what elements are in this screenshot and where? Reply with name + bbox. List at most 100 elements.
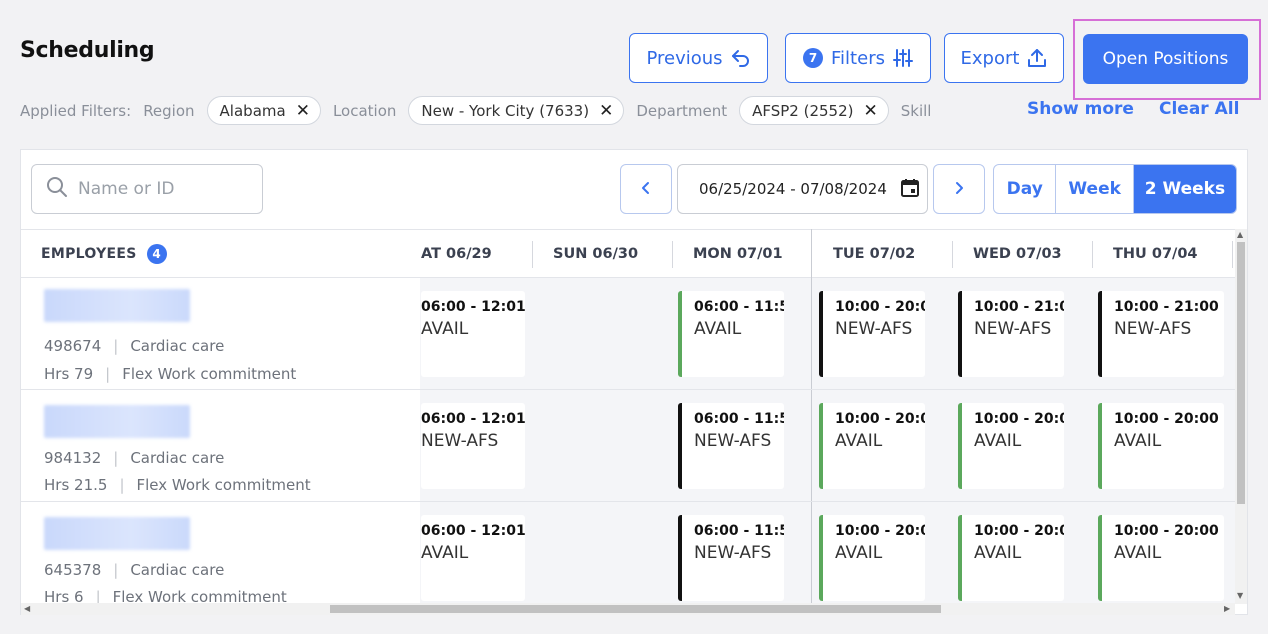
shift-code: AVAIL [835, 431, 883, 451]
previous-button[interactable]: Previous [629, 33, 768, 83]
employees-header: EMPLOYEES 4 [41, 244, 167, 264]
employees-count-badge: 4 [146, 244, 167, 264]
shift-code: AVAIL [835, 543, 883, 563]
shift-code: AVAIL [974, 543, 1022, 563]
employee-hours: Hrs 79 [44, 365, 94, 383]
employee-name-redacted[interactable] [44, 517, 190, 550]
close-icon[interactable]: ✕ [864, 101, 878, 121]
week-divider [811, 229, 812, 604]
shift-code: NEW-AFS [835, 319, 913, 339]
applied-filters-label: Applied Filters: [20, 101, 132, 120]
shift-code: AVAIL [1114, 543, 1162, 563]
shift-time: 06:00 - 12:01 [421, 411, 525, 427]
date-range-value: 06/25/2024 - 07/08/2024 [699, 180, 887, 198]
shift-time: 06:00 - 11:59 [694, 299, 784, 315]
shift-time: 10:00 - 20:00 [835, 411, 925, 427]
scroll-right-arrow[interactable]: ▶ [1224, 604, 1230, 613]
close-icon[interactable]: ✕ [296, 101, 310, 121]
next-range-button[interactable] [933, 164, 985, 214]
shift-card[interactable]: 10:00 - 20:00 NEW-AFS [819, 291, 925, 377]
shift-card[interactable]: 06:00 - 12:01 AVAIL [421, 291, 525, 377]
scroll-left-arrow[interactable]: ◀ [24, 604, 30, 613]
date-range-field[interactable]: 06/25/2024 - 07/08/2024 [677, 164, 928, 214]
column-divider [1232, 241, 1233, 268]
shift-card[interactable]: 06:00 - 11:59 AVAIL [678, 291, 784, 377]
view-week-button[interactable]: Week [1056, 165, 1134, 213]
shift-card[interactable]: 10:00 - 20:00 AVAIL [819, 515, 925, 601]
shift-card[interactable]: 10:00 - 20:00 AVAIL [958, 515, 1064, 601]
shift-time: 10:00 - 20:00 [1114, 523, 1219, 539]
separator: | [113, 449, 119, 467]
scroll-up-arrow[interactable]: ▲ [1237, 230, 1243, 239]
filters-label: Filters [831, 47, 885, 69]
horizontal-scrollbar-thumb[interactable] [330, 605, 941, 613]
shift-time: 10:00 - 21:00 [1114, 299, 1219, 315]
shift-code: NEW-AFS [421, 431, 499, 451]
employee-specialty: Cardiac care [130, 561, 225, 579]
separator: | [113, 561, 119, 579]
shift-card[interactable]: 10:00 - 21:00 NEW-AFS [1098, 291, 1224, 377]
filter-chip-region[interactable]: Alabama ✕ [206, 96, 321, 125]
filter-chip-department[interactable]: AFSP2 (2552) ✕ [739, 96, 889, 125]
shift-card[interactable]: 10:00 - 21:00 NEW-AFS [958, 291, 1064, 377]
column-divider [532, 241, 533, 268]
shift-card[interactable]: 10:00 - 20:00 AVAIL [1098, 403, 1224, 489]
shift-code: AVAIL [974, 431, 1022, 451]
export-label: Export [960, 47, 1020, 69]
shift-time: 06:00 - 12:01 [421, 299, 525, 315]
shift-time: 10:00 - 20:00 [835, 523, 925, 539]
shift-time: 10:00 - 20:00 [974, 523, 1064, 539]
filter-chip-location[interactable]: New - York City (7633) ✕ [408, 96, 625, 125]
shift-card[interactable]: 06:00 - 12:01 AVAIL [421, 515, 525, 601]
calendar-icon[interactable] [900, 178, 919, 201]
vertical-scrollbar-thumb[interactable] [1237, 242, 1245, 504]
filter-label-skill: Skill [900, 101, 932, 120]
scroll-down-arrow[interactable]: ▼ [1237, 591, 1243, 600]
shift-code: NEW-AFS [694, 543, 772, 563]
shift-card[interactable]: 06:00 - 12:01 NEW-AFS [421, 403, 525, 489]
page-title: Scheduling [20, 38, 155, 63]
shift-card[interactable]: 10:00 - 20:00 AVAIL [958, 403, 1064, 489]
clear-all-link[interactable]: Clear All [1159, 99, 1239, 119]
chevron-right-icon [954, 180, 964, 199]
show-more-link[interactable]: Show more [1027, 99, 1134, 119]
employee-meta: 498674 | Cardiac care [44, 337, 224, 355]
shift-time: 10:00 - 20:00 [1114, 411, 1219, 427]
column-header-sun: SUN 06/30 [553, 246, 639, 262]
column-divider [952, 241, 953, 268]
employee-name-redacted[interactable] [44, 289, 190, 322]
employee-meta: 645378 | Cardiac care [44, 561, 224, 579]
open-positions-button[interactable]: Open Positions [1083, 34, 1248, 84]
search-input[interactable] [78, 179, 238, 199]
row-divider [420, 501, 1235, 502]
employee-name-redacted[interactable] [44, 405, 190, 438]
column-header-thu: THU 07/04 [1113, 246, 1198, 262]
row-divider [21, 501, 420, 502]
filter-label-region: Region [143, 101, 195, 120]
shift-time: 06:00 - 11:59 [694, 411, 784, 427]
employee-id: 498674 [44, 337, 102, 355]
previous-range-button[interactable] [620, 164, 672, 214]
filter-label-location: Location [332, 101, 397, 120]
view-day-button[interactable]: Day [994, 165, 1057, 213]
shift-code: NEW-AFS [694, 431, 772, 451]
shift-code: AVAIL [421, 543, 469, 563]
export-button[interactable]: Export [944, 33, 1064, 83]
shift-code: AVAIL [421, 319, 469, 339]
shift-card[interactable]: 10:00 - 20:00 AVAIL [819, 403, 925, 489]
filters-button[interactable]: 7 Filters [785, 33, 931, 83]
shift-time: 06:00 - 11:59 [694, 523, 784, 539]
view-2weeks-button[interactable]: 2 Weeks [1133, 165, 1236, 213]
shift-card[interactable]: 10:00 - 20:00 AVAIL [1098, 515, 1224, 601]
filter-chip-value: New - York City (7633) [421, 101, 590, 120]
column-header-wed: WED 07/03 [973, 246, 1062, 262]
close-icon[interactable]: ✕ [599, 101, 613, 121]
employee-meta: 984132 | Cardiac care [44, 449, 224, 467]
column-header-tue: TUE 07/02 [833, 246, 916, 262]
shift-card[interactable]: 06:00 - 11:59 NEW-AFS [678, 403, 784, 489]
search-box[interactable] [31, 164, 263, 214]
shift-time: 06:00 - 12:01 [421, 523, 525, 539]
shift-card[interactable]: 06:00 - 11:59 NEW-AFS [678, 515, 784, 601]
shift-time: 10:00 - 21:00 [974, 299, 1064, 315]
shift-time: 10:00 - 20:00 [835, 299, 925, 315]
